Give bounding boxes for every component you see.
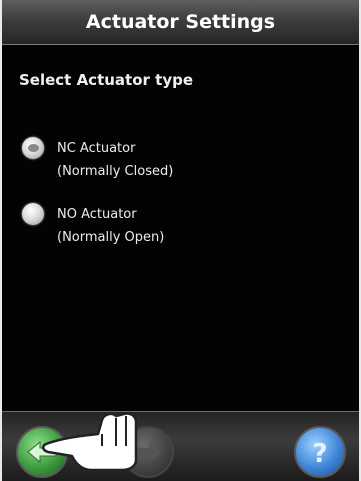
svg-text:?: ? [312, 439, 327, 469]
device-frame: Actuator Settings Select Actuator type N… [0, 0, 361, 481]
question-mark-icon: ? [312, 439, 327, 469]
no-actuator-title: NO Actuator [57, 207, 137, 222]
no-actuator-radio[interactable] [22, 203, 44, 225]
no-actuator-subtitle: (Normally Open) [57, 230, 165, 245]
no-actuator-option[interactable]: NO Actuator (Normally Open) [22, 203, 322, 253]
nc-actuator-label: NC Actuator (Normally Closed) [57, 137, 173, 183]
nc-actuator-subtitle: (Normally Closed) [57, 164, 174, 179]
actuator-settings-screen: Actuator Settings Select Actuator type N… [2, 0, 359, 481]
nc-actuator-title: NC Actuator [57, 141, 136, 156]
section-label: Select Actuator type [19, 71, 194, 89]
nc-actuator-radio[interactable] [22, 137, 44, 159]
nc-actuator-option[interactable]: NC Actuator (Normally Closed) [22, 137, 322, 187]
no-actuator-label: NO Actuator (Normally Open) [57, 203, 164, 249]
pointing-hand-icon [42, 412, 138, 470]
help-button[interactable]: ? [294, 426, 346, 478]
radio-selected-dot [28, 144, 39, 152]
page-title: Actuator Settings [85, 11, 276, 33]
title-bar: Actuator Settings [2, 0, 359, 45]
